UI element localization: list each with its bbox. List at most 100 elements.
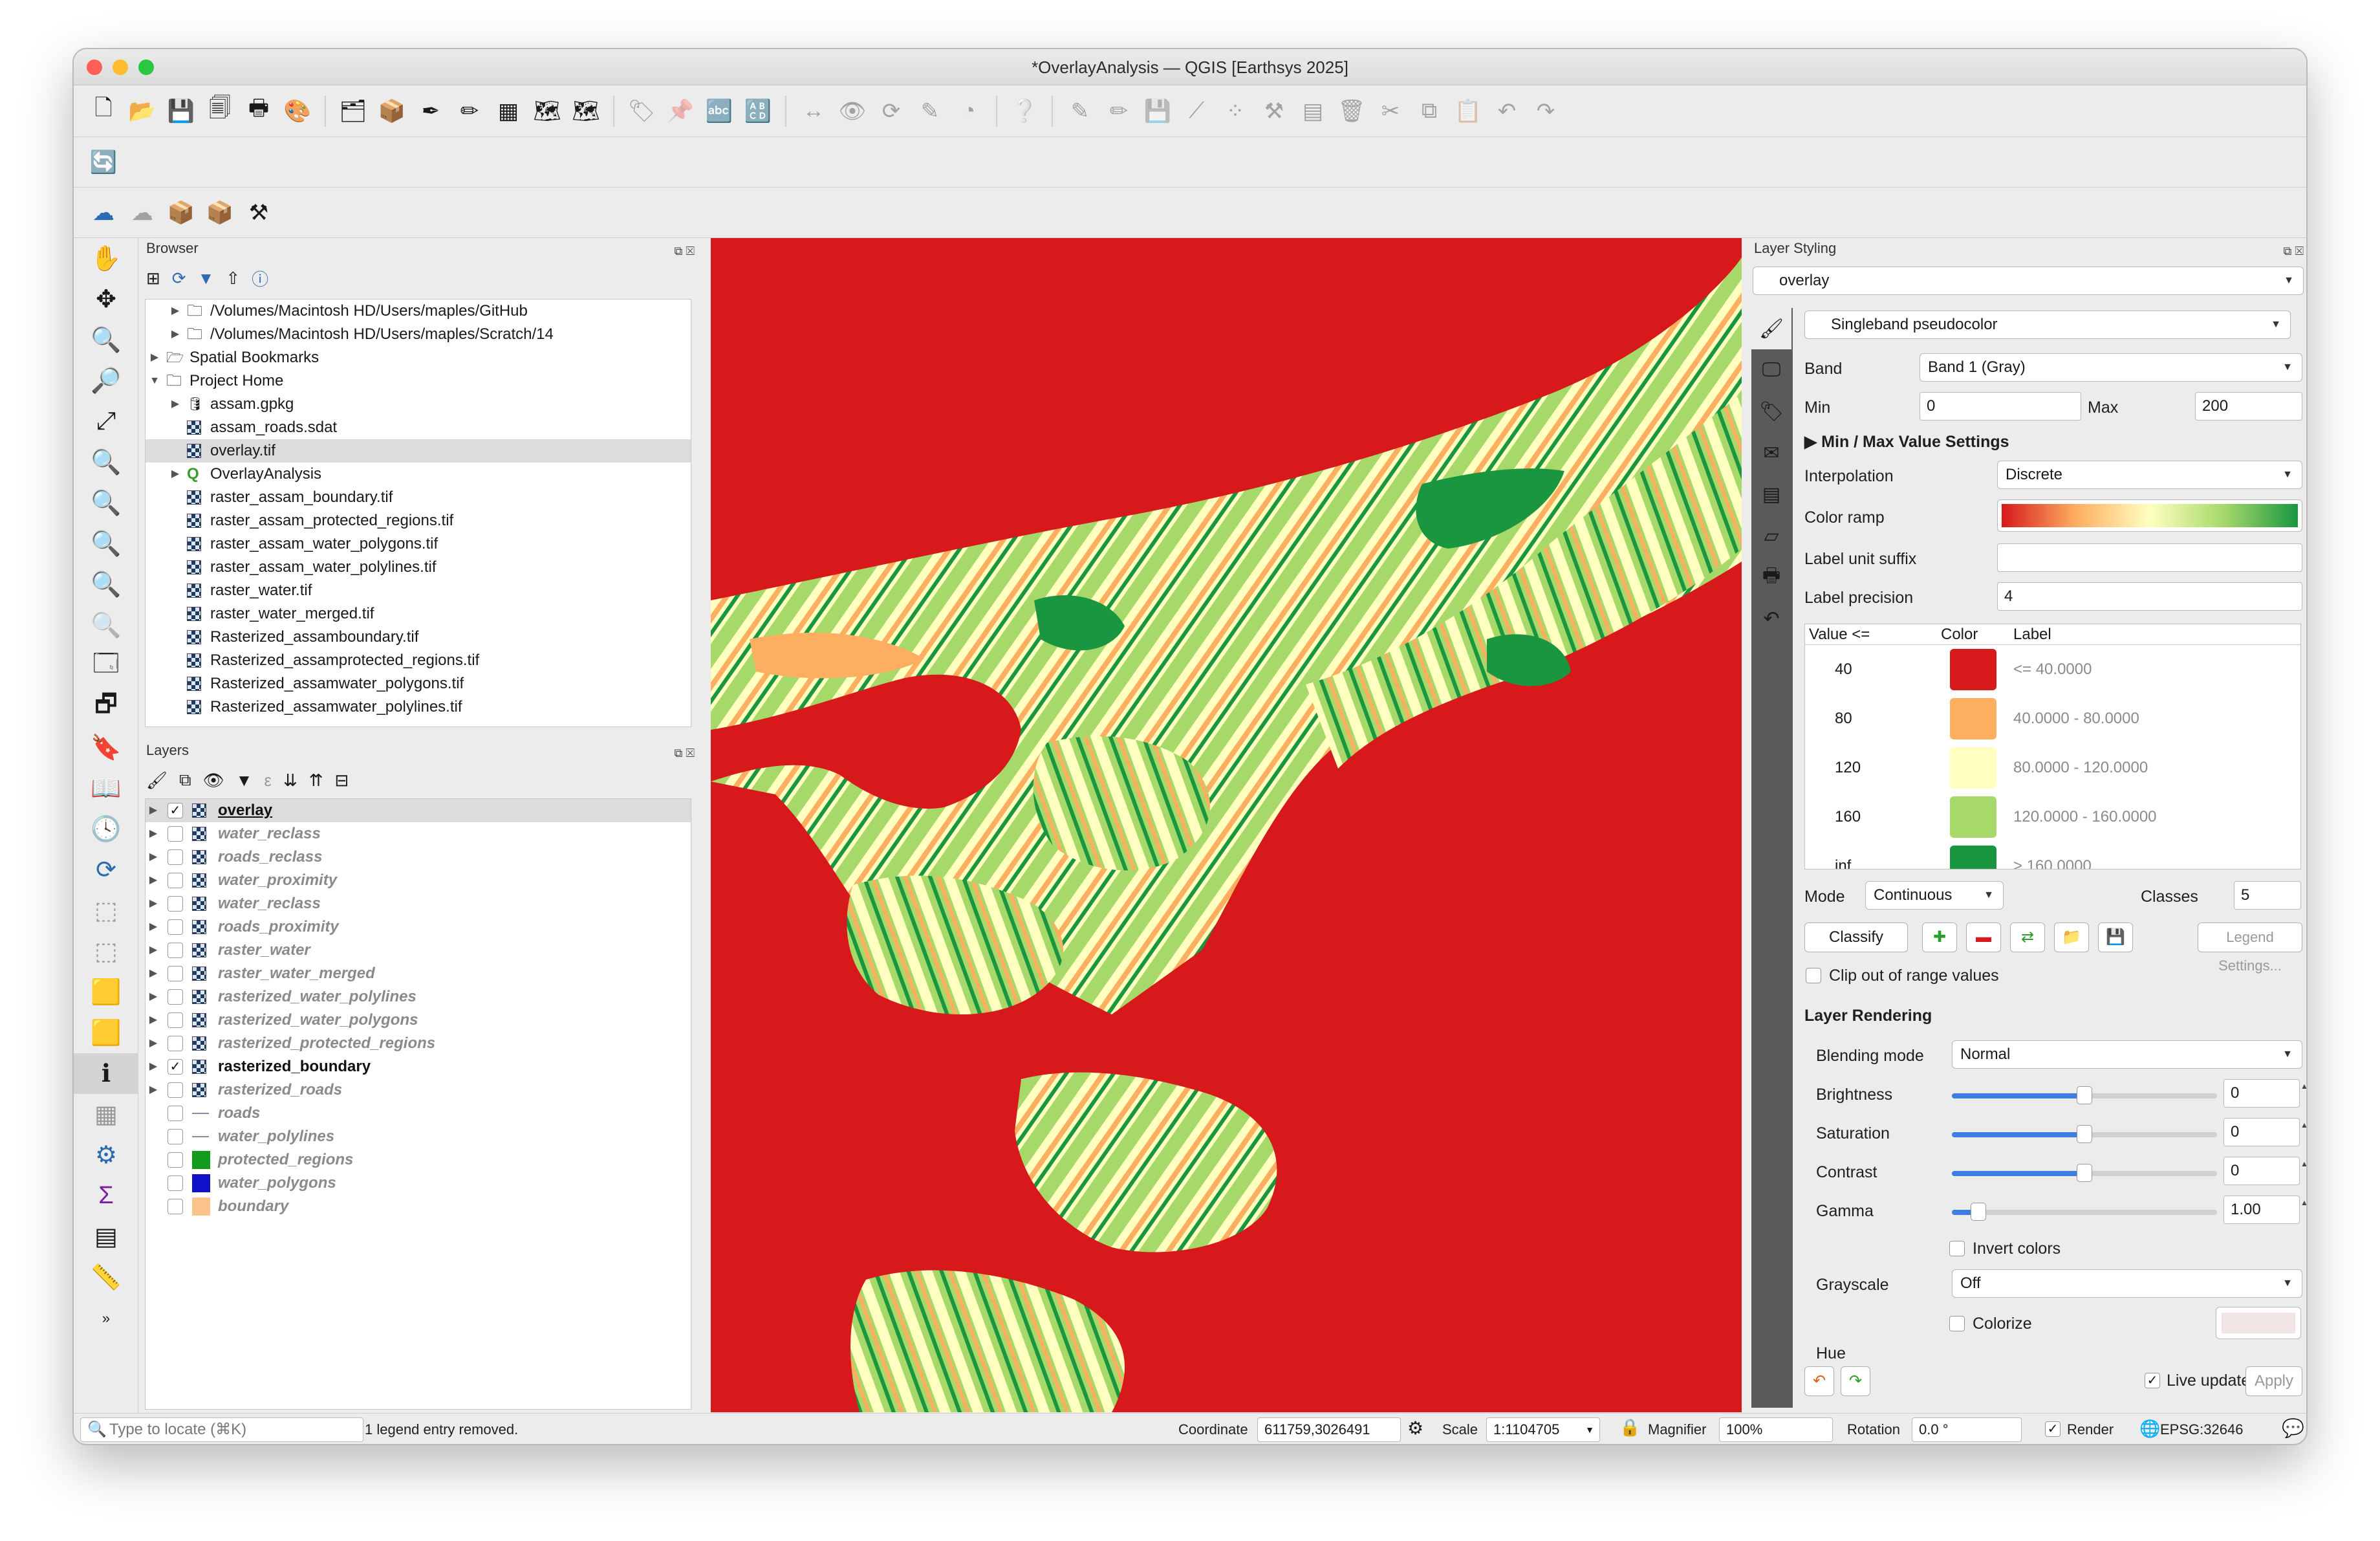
class-value[interactable]: inf [1835,857,1851,869]
map-canvas[interactable] [711,238,1742,1412]
browser-item[interactable]: Rasterized_assamboundary.tif [146,626,691,649]
filter-legend-icon[interactable]: ▼ [236,770,253,791]
layer-select[interactable]: overlay ▼ [1753,267,2304,295]
expand-arrow-icon[interactable]: ▶ [147,915,160,939]
panel-float-close-icon[interactable]: ⧉ ☒ [675,743,695,763]
layer-item[interactable]: protected_regions [146,1148,691,1172]
add-group-icon[interactable]: ⧉ [179,770,191,791]
layer-visibility-checkbox[interactable] [168,1175,183,1191]
deselect-icon[interactable]: 🟨 [74,972,138,1012]
show-bookmarks-icon[interactable]: 📖 [74,768,138,809]
label-unit-suffix-input[interactable] [1997,543,2302,572]
toggle-editing-icon[interactable]: ✏ [1102,94,1136,128]
tools-icon[interactable]: ⚒ [242,196,276,230]
field-calculator-icon[interactable]: ▤ [74,1216,138,1257]
style-panel-icon[interactable]: 🖌 [146,770,168,791]
add-feature-icon[interactable]: ⟋ [1180,94,1213,128]
browser-item[interactable]: raster_assam_water_polygons.tif [146,532,691,556]
browser-item[interactable]: raster_water_merged.tif [146,602,691,626]
layer-visibility-checkbox[interactable] [168,966,183,981]
expand-arrow-icon[interactable]: ▶ [147,892,160,915]
bookmark-icon[interactable]: 🔖 [74,727,138,768]
more-tools-icon[interactable]: » [74,1298,138,1339]
lock-scale-icon[interactable]: 🔒 [1619,1417,1640,1437]
max-input[interactable]: 200 [2195,392,2302,421]
class-value[interactable]: 160 [1835,808,1861,826]
diagram-icon[interactable]: ◔ [952,94,986,128]
clip-checkbox[interactable] [1806,968,1821,983]
rotation-input[interactable]: 0.0 ° [1912,1417,2022,1442]
expand-arrow-icon[interactable]: ▶ [147,1055,160,1078]
statistics-icon[interactable]: Σ [74,1175,138,1216]
layer-item[interactable]: water_polylines [146,1125,691,1148]
filter-expression-icon[interactable]: ε [264,770,272,791]
layer-item[interactable]: water_polygons [146,1172,691,1195]
class-label[interactable]: <= 40.0000 [2013,661,2092,679]
mode-select[interactable]: Continuous ▼ [1865,881,2004,910]
expand-arrow-icon[interactable]: ▼ [148,369,161,393]
class-label[interactable]: > 160.0000 [2013,857,2092,869]
layer-visibility-checkbox[interactable] [168,849,183,865]
redo-style-icon[interactable]: ↷ [1841,1366,1870,1396]
class-label[interactable]: 40.0000 - 80.0000 [2013,710,2139,728]
transparency-tab-icon[interactable]: 🖵 [1751,349,1791,391]
measure-icon[interactable]: 📏 [74,1257,138,1298]
class-row[interactable]: 80 40.0000 - 80.0000 [1805,694,2300,743]
help-icon[interactable]: ❔ [1008,94,1041,128]
expand-arrow-icon[interactable]: ▶ [147,846,160,869]
collapse-all-icon[interactable]: ⇈ [309,770,323,791]
expand-arrow-icon[interactable]: ▶ [147,1032,160,1055]
refresh-map-icon[interactable]: 🔄 [87,146,120,179]
expand-arrow-icon[interactable]: ▶ [148,346,161,369]
delete-icon[interactable]: 🗑 [1335,94,1368,128]
layer-visibility-checkbox[interactable]: ✓ [168,1059,183,1075]
package-icon[interactable]: 📦 [164,196,198,230]
browser-item[interactable]: Rasterized_assamprotected_regions.tif [146,649,691,672]
new-map-view-icon[interactable]: 🗔 [74,646,138,686]
colorize-checkbox[interactable] [1949,1316,1965,1331]
expand-arrow-icon[interactable]: ▶ [147,799,160,822]
open-project-icon[interactable]: 📂 [125,94,159,128]
add-raster-icon[interactable]: ▦ [492,94,525,128]
layers-tree[interactable]: ▶ ✓ overlay ▶ water_reclass ▶ roads_reclass ▶ wa… [145,798,691,1410]
label-abc-red-icon[interactable]: 🔠 [741,94,775,128]
layer-item[interactable]: ▶ raster_water_merged [146,962,691,985]
class-row[interactable]: inf > 160.0000 [1805,842,2300,869]
class-table[interactable]: Value <= Color Label 40 <= 40.0000 80 40.00… [1804,624,2301,869]
layer-visibility-checkbox[interactable] [168,919,183,935]
class-value[interactable]: 40 [1835,661,1852,679]
zoom-window-button[interactable] [138,60,154,75]
class-color-swatch[interactable] [1950,698,1996,739]
class-row[interactable]: 40 <= 40.0000 [1805,645,2300,694]
crs-button[interactable]: EPSG:32646 [2160,1421,2243,1438]
layer-visibility-checkbox[interactable] [168,1129,183,1144]
contrast-slider[interactable] [1952,1164,2217,1182]
class-color-swatch[interactable] [1950,796,1996,838]
collapse-all-icon[interactable]: ⇧ [226,268,240,289]
zoom-to-selection-icon[interactable]: 🔍 [74,442,138,483]
edit-table-icon[interactable]: ▤ [1296,94,1330,128]
refresh-icon[interactable]: ⟳ [74,849,138,890]
invert-colors-checkbox[interactable] [1949,1241,1965,1256]
minmax-settings-toggle[interactable]: ▶ Min / Max Value Settings [1804,432,2009,452]
select-features-icon[interactable]: ⬚ [74,890,138,931]
copy-icon[interactable]: ⧉ [1412,94,1446,128]
attribute-table-icon[interactable]: ▦ [74,1094,138,1135]
add-class-icon[interactable]: ✚ [1922,923,1957,952]
scale-input[interactable]: 1:1104705 ▼ [1486,1417,1600,1442]
paste-icon[interactable]: 📋 [1451,94,1485,128]
pan-to-selection-icon[interactable]: ✥ [74,279,138,320]
coordinate-toggle-icon[interactable]: ⚙ [1407,1417,1423,1439]
history-tab-icon[interactable]: ↶ [1751,598,1791,639]
manage-visibility-icon[interactable]: 👁 [203,770,224,791]
processing-icon[interactable]: ⚙ [74,1135,138,1175]
expand-arrow-icon[interactable]: ▶ [147,822,160,846]
new-project-icon[interactable]: 🗋 [87,94,120,128]
saturation-input[interactable]: 0▲▼ [2223,1118,2306,1146]
digitize-icon[interactable]: ✏ [453,94,486,128]
layer-visibility-checkbox[interactable] [168,1012,183,1028]
vertex-tool-icon[interactable]: ⁘ [1218,94,1252,128]
expand-arrow-icon[interactable]: ▶ [147,985,160,1009]
class-color-swatch[interactable] [1950,846,1996,869]
symbology-tab-icon[interactable]: 🖌 [1751,308,1791,349]
